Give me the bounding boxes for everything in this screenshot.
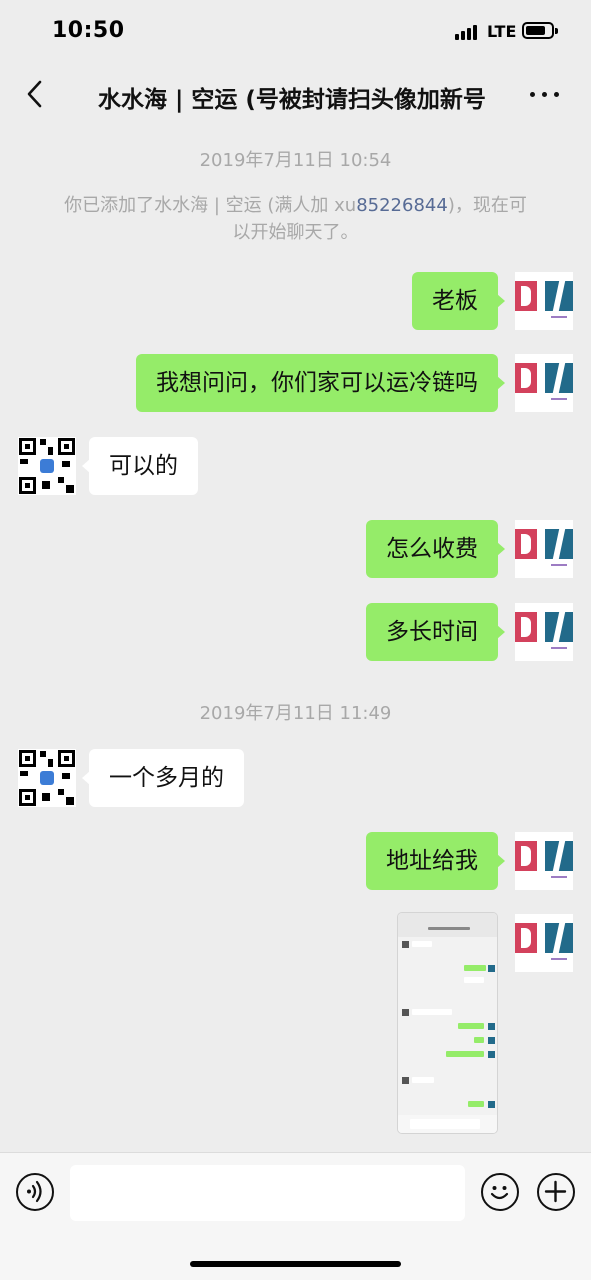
input-bar xyxy=(0,1152,591,1280)
system-message: 你已添加了水水海 | 空运 (满人加 xu85226844)，现在可 以开始聊天… xyxy=(40,192,551,246)
battery-icon xyxy=(522,22,558,39)
message-input[interactable] xyxy=(70,1165,465,1221)
emoji-icon xyxy=(490,1186,509,1200)
voice-button[interactable] xyxy=(16,1173,54,1211)
my-avatar[interactable] xyxy=(515,914,573,972)
message-bubble-outgoing[interactable]: 地址给我 xyxy=(366,832,505,890)
plus-icon xyxy=(544,1180,567,1203)
signal-icon xyxy=(455,24,481,40)
contact-avatar[interactable] xyxy=(18,749,76,807)
image-message[interactable] xyxy=(397,912,498,1134)
my-avatar[interactable] xyxy=(515,272,573,330)
back-button[interactable] xyxy=(22,76,54,112)
system-message-text: 以开始聊天了。 xyxy=(232,222,359,243)
message-bubble-incoming[interactable]: 一个多月的 xyxy=(82,749,244,807)
message-bubble-outgoing[interactable]: 多长时间 xyxy=(366,603,505,661)
timestamp: 2019年7月11日 11:49 xyxy=(199,703,392,724)
my-avatar[interactable] xyxy=(515,354,573,412)
system-message-text: 你已添加了水水海 | 空运 (满人加 xu xyxy=(64,195,357,216)
home-indicator xyxy=(190,1261,401,1267)
more-button[interactable] xyxy=(528,84,562,104)
contact-avatar[interactable] xyxy=(18,437,76,495)
my-avatar[interactable] xyxy=(515,603,573,661)
status-bar: 10:50 LTE xyxy=(0,0,591,62)
network-label: LTE xyxy=(487,22,517,41)
nav-bar: 水水海 | 空运 (号被封请扫头像加新号 xyxy=(0,62,591,128)
voice-icon xyxy=(27,1180,42,1203)
my-avatar[interactable] xyxy=(515,520,573,578)
message-bubble-incoming[interactable]: 可以的 xyxy=(82,437,198,495)
emoji-button[interactable] xyxy=(481,1173,519,1211)
wechat-id-link[interactable]: 85226844 xyxy=(356,195,448,216)
chat-title: 水水海 | 空运 (号被封请扫头像加新号 xyxy=(98,87,486,113)
message-bubble-outgoing[interactable]: 我想问问，你们家可以运冷链吗 xyxy=(136,354,505,412)
system-message-text: )，现在可 xyxy=(447,195,527,216)
timestamp: 2019年7月11日 10:54 xyxy=(199,150,392,171)
more-functions-button[interactable] xyxy=(537,1173,575,1211)
message-bubble-outgoing[interactable]: 怎么收费 xyxy=(366,520,505,578)
status-time: 10:50 xyxy=(52,18,125,43)
chevron-left-icon xyxy=(27,80,42,108)
message-bubble-outgoing[interactable]: 老板 xyxy=(412,272,505,330)
my-avatar[interactable] xyxy=(515,832,573,890)
